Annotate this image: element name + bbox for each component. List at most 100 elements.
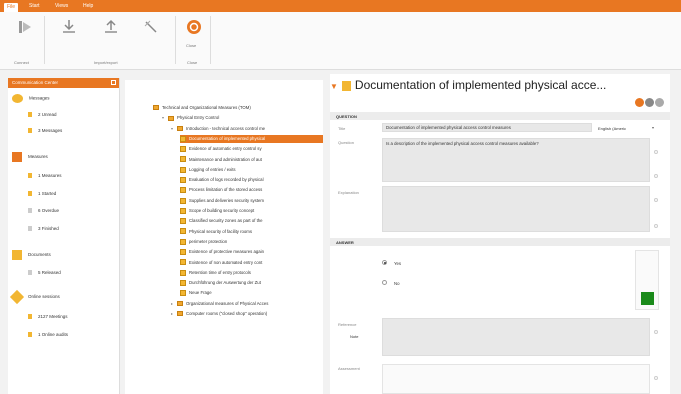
ribbon-group-close: Close (187, 60, 198, 65)
tree-question-item[interactable]: Scope of building security concept (180, 207, 254, 215)
menu-tab-start[interactable]: Start (26, 2, 43, 10)
tree-question-item[interactable]: Durchführung der Auswertung der Zut (180, 279, 261, 287)
pin-icon (28, 270, 32, 276)
tree-item-label: Evaluation of logs recorded by physical (189, 177, 264, 183)
section-messages[interactable]: Messages (12, 94, 50, 103)
tree-item-label: Scope of building security concept (189, 208, 255, 213)
radio-no-label: No (394, 281, 400, 286)
radio-yes[interactable] (382, 260, 387, 265)
tree-item-label: Durchführung der Auswertung der Zut (189, 280, 261, 286)
menu-tab-help[interactable]: Help (80, 2, 96, 10)
ribbon-toolbar: Close Connect Import/export Close (0, 12, 681, 70)
tree-question-item[interactable]: Maintenance and administration of aut (180, 156, 262, 164)
scroll-icon[interactable] (654, 198, 658, 202)
list-item[interactable]: 6 Overdue (28, 208, 59, 214)
pin-icon (28, 173, 32, 179)
tree-item-label: Existence of non automated entry cont (189, 259, 263, 265)
close-button[interactable] (183, 18, 205, 46)
tree-question-item[interactable]: Retention time of entry protocols (180, 269, 251, 277)
language-select[interactable]: English (Americ (598, 126, 626, 131)
pane-menu-icon[interactable] (111, 80, 116, 85)
title-field[interactable]: Documentation of implemented physical ac… (382, 123, 592, 132)
radio-no[interactable] (382, 280, 387, 285)
tree-question-item[interactable]: Documentation of implemented physical (180, 134, 323, 143)
list-item[interactable]: 1 Online audits (28, 332, 68, 338)
scroll-icon[interactable] (654, 150, 658, 154)
explanation-label: Explanation (338, 190, 359, 195)
menu-tab-views[interactable]: Views (52, 2, 71, 10)
sessions-icon (9, 289, 25, 305)
tree-item-label: Logging of entries / exits (189, 166, 236, 172)
section-documents[interactable]: Documents (12, 250, 51, 260)
tree-item-label: perimeter protection (189, 238, 228, 244)
tree-question-item[interactable]: Process limitation of the stored access (180, 186, 262, 194)
scroll-icon[interactable] (654, 376, 658, 380)
tree-question-item[interactable]: Classified security zones as part of the (180, 217, 263, 225)
question-doc-icon (180, 207, 186, 214)
section-label: Messages (29, 95, 50, 101)
menu-tab-file[interactable]: File (4, 3, 19, 12)
question-doc-icon (180, 156, 186, 163)
tree-item-label: Existence of protective measures again (189, 249, 264, 255)
list-item[interactable]: 3 Finished (28, 226, 59, 232)
reference-value: Note (350, 334, 359, 339)
export-button[interactable] (100, 18, 122, 46)
chevron-down-icon[interactable]: ▾ (652, 125, 654, 130)
tree-folder-item[interactable]: Technical and Organizational Measures (T… (153, 104, 251, 112)
pane-title: Communication Center (12, 80, 59, 85)
ribbon-group-connect: Connect (14, 60, 29, 65)
assessment-field[interactable] (382, 364, 650, 394)
help-icon[interactable] (635, 98, 644, 107)
tree-question-item[interactable]: Existence of protective measures again (180, 248, 264, 256)
explanation-field[interactable] (382, 186, 650, 232)
scroll-icon[interactable] (654, 330, 658, 334)
scroll-icon[interactable] (654, 224, 658, 228)
question-doc-icon (180, 269, 186, 276)
tree-question-item[interactable]: Evaluation of logs recorded by physical (180, 176, 264, 184)
tree-question-item[interactable]: Evidence of automatic entry control sy (180, 145, 262, 153)
import-button[interactable] (58, 18, 80, 46)
pin-icon (28, 112, 32, 118)
question-doc-icon (180, 290, 186, 297)
tree-question-item[interactable]: Neue Frage (180, 289, 212, 297)
tree-folder-item[interactable]: ▾ Introduction - technical access control… (171, 125, 265, 133)
settings-icon[interactable] (645, 98, 654, 107)
section-online-sessions[interactable]: Online sessions (9, 289, 60, 305)
pane-header: Communication Center (8, 78, 119, 88)
connect-button[interactable] (14, 18, 36, 46)
question-field[interactable]: Is a description of the implemented phys… (382, 138, 650, 182)
tree-folder-item[interactable]: ▸ Computer rooms ("closed shop" operation… (171, 310, 267, 318)
collapse-arrow-icon[interactable]: ▼ (330, 82, 338, 91)
refresh-icon[interactable] (655, 98, 664, 107)
folder-icon (153, 105, 159, 111)
section-label: Documents (28, 252, 51, 258)
item-label: 3 Messages (38, 128, 63, 133)
tree-question-item[interactable]: Supplies and deliveries security system (180, 197, 264, 205)
reference-field[interactable] (382, 318, 650, 356)
list-item[interactable]: 5 Released (28, 270, 61, 276)
list-item[interactable]: 2 Unread (28, 112, 57, 118)
tree-item-label: Process limitation of the stored access (189, 187, 263, 193)
tools-button[interactable] (140, 18, 162, 46)
list-item[interactable]: 3 Messages (28, 128, 63, 134)
list-item[interactable]: 2127 Meetings (28, 314, 68, 320)
pin-icon (28, 226, 32, 232)
scroll-icon[interactable] (654, 174, 658, 178)
tree-question-item[interactable]: perimeter protection (180, 238, 227, 246)
pin-icon (28, 332, 32, 338)
ribbon-group-import-export: Import/export (94, 60, 118, 65)
tree-question-item[interactable]: Logging of entries / exits (180, 166, 236, 174)
title-label: Title (338, 126, 346, 131)
import-icon (63, 20, 75, 33)
list-item[interactable]: 1 Measures (28, 173, 62, 179)
section-measures[interactable]: Measures (12, 152, 48, 162)
tree-folder-item[interactable]: ▾ Physical Entry Control (162, 114, 219, 122)
pin-icon (28, 314, 32, 320)
tree-folder-item[interactable]: ▸ Organizational measures of Physical Acc… (171, 300, 268, 308)
tree-item-label: Neue Frage (189, 290, 212, 296)
tree-question-item[interactable]: Physical security of facility rooms (180, 228, 252, 236)
detail-actions (634, 98, 664, 109)
tree-question-item[interactable]: Existence of non automated entry cont (180, 259, 262, 267)
list-item[interactable]: 1 Started (28, 191, 56, 197)
export-icon (105, 19, 117, 33)
